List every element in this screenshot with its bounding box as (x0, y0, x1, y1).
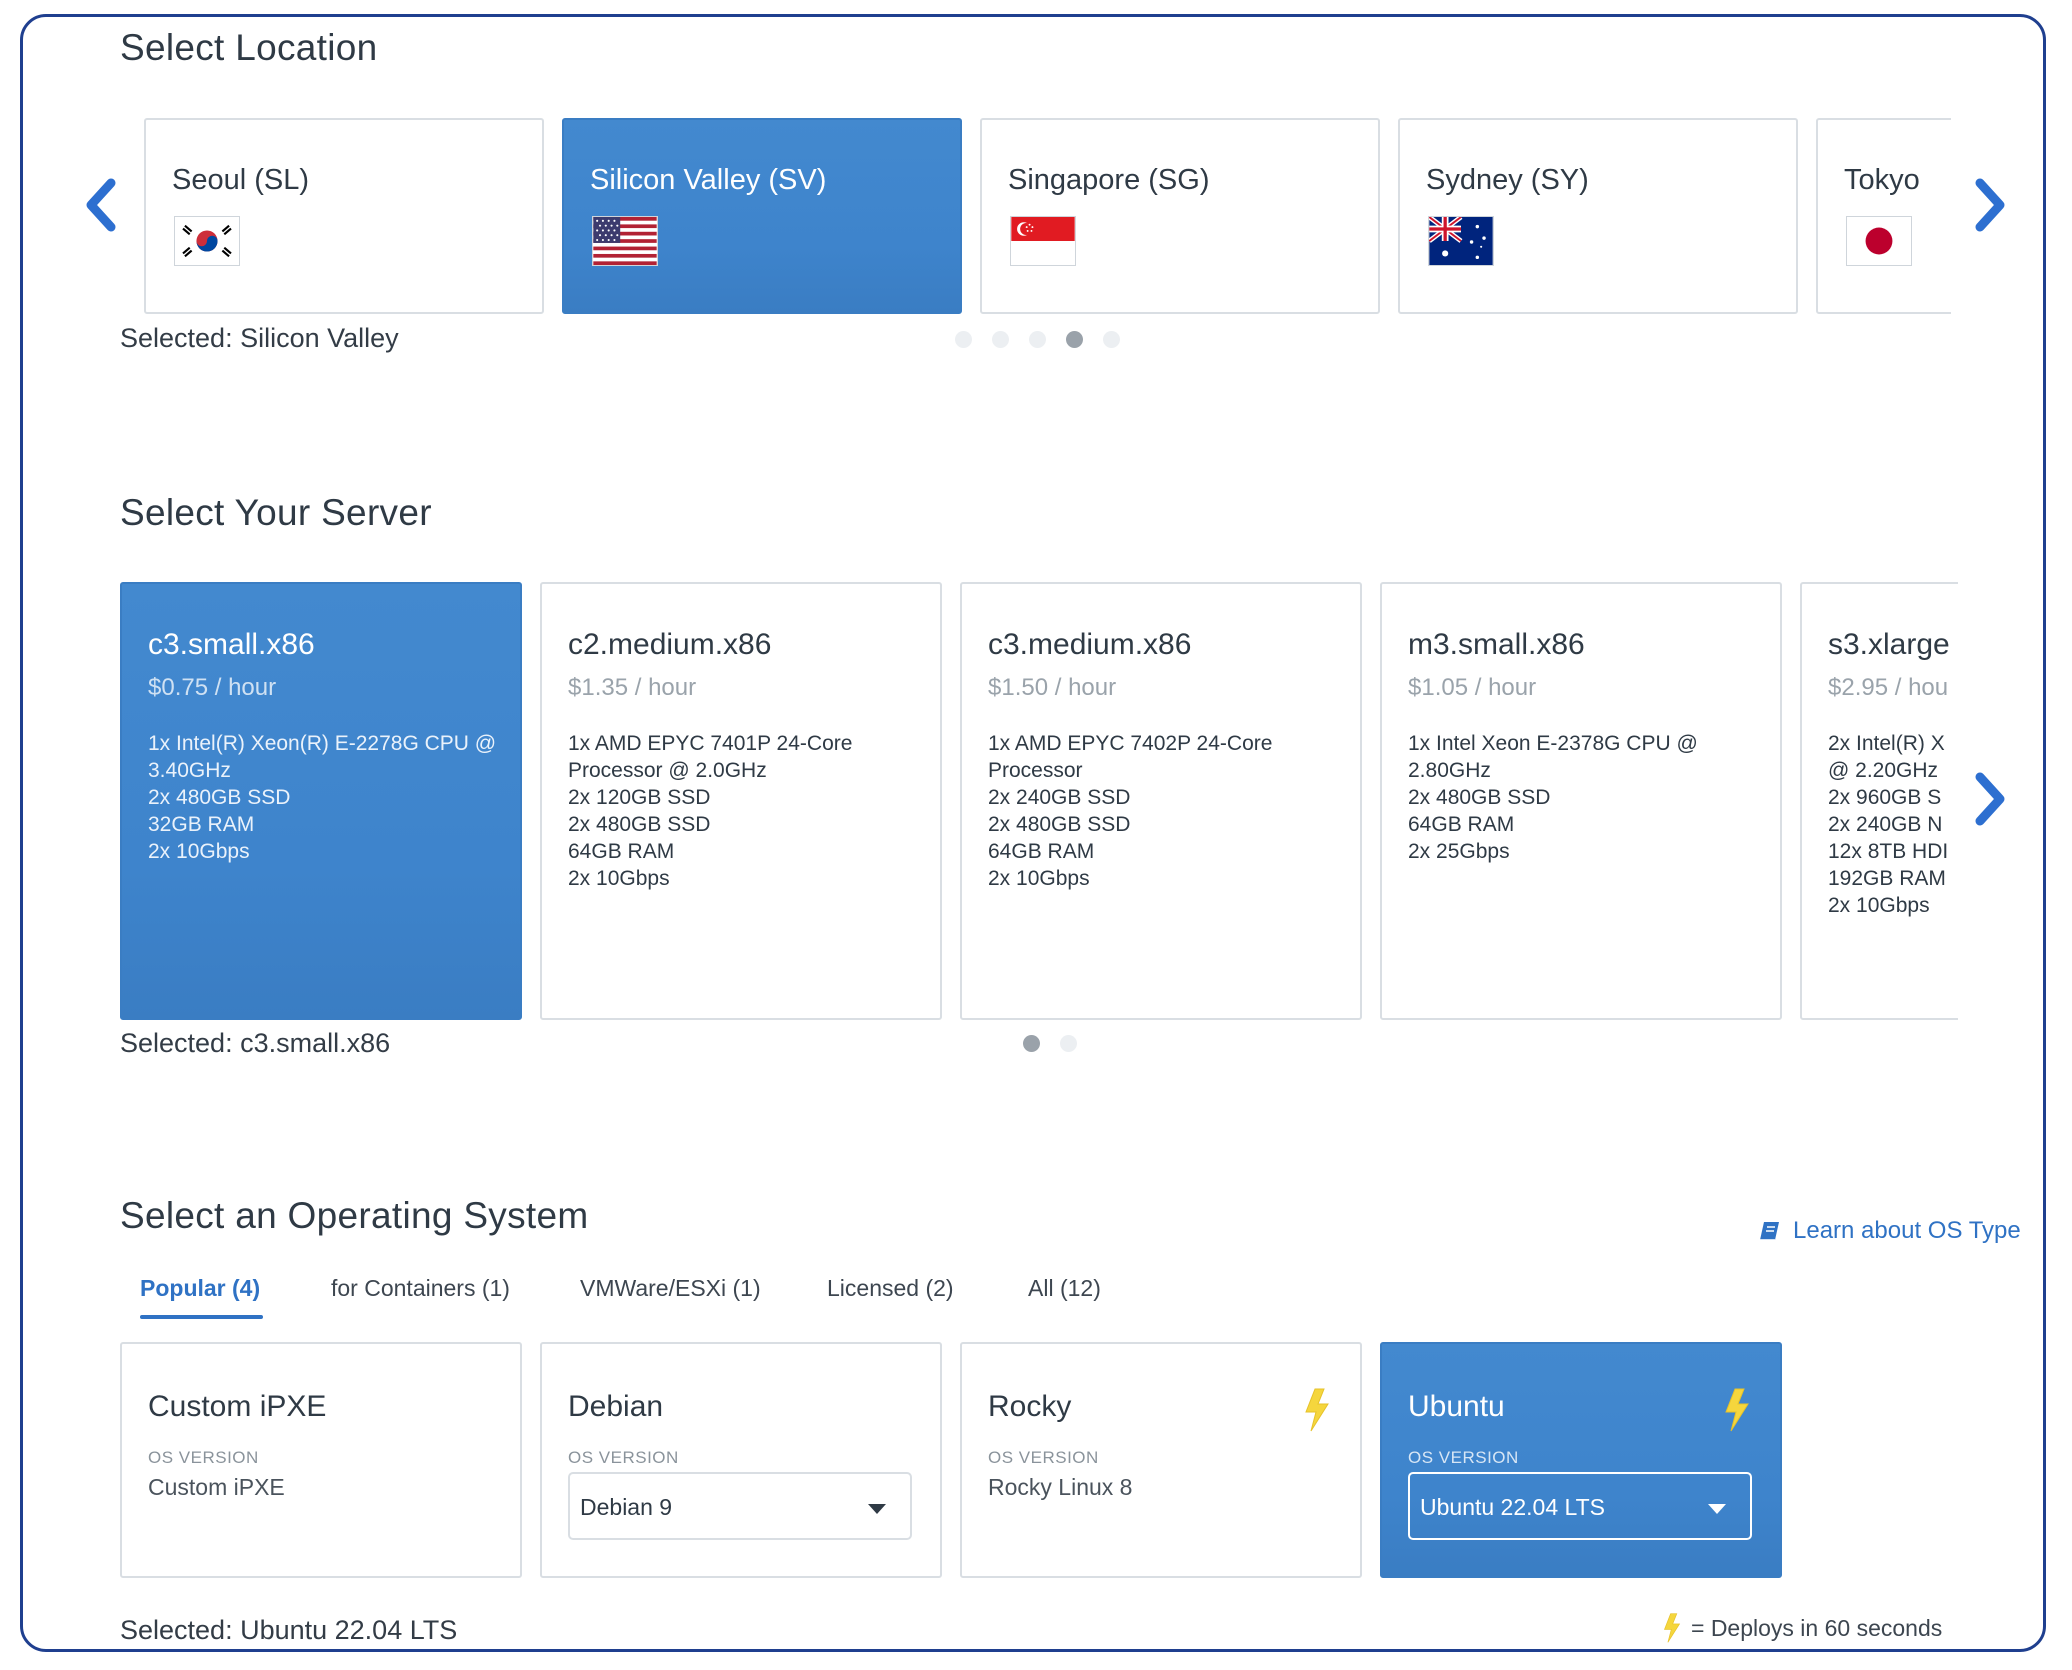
server-specs: 1x AMD EPYC 7402P 24-Core Processor 2x 24… (988, 732, 1273, 890)
location-page-dot-2[interactable] (992, 331, 1009, 348)
lightning-bolt-icon (1305, 1388, 1329, 1432)
lightning-bolt-icon (1664, 1613, 1681, 1643)
os-name: Rocky (988, 1390, 1072, 1423)
os-title: Select an Operating System (120, 1195, 589, 1236)
location-selected-text: Selected: Silicon Valley (120, 323, 399, 353)
debian-version-value: Debian 9 (580, 1494, 673, 1520)
server-price: $1.05 / hour (1408, 674, 1537, 701)
active-tab-indicator (140, 1315, 263, 1319)
server-name: m3.small.x86 (1408, 628, 1585, 661)
server-price: $0.75 / hour (148, 674, 277, 701)
server-card-s3-xlarge[interactable]: s3.xlarge $2.95 / hou 2x Intel(R) X @ 2.2… (1800, 582, 1958, 1020)
location-prev-arrow-icon[interactable] (81, 177, 121, 233)
tab-popular[interactable]: Popular (4) (140, 1275, 260, 1302)
server-card-m3-small[interactable]: m3.small.x86 $1.05 / hour 1x Intel Xeon … (1380, 582, 1782, 1020)
ubuntu-version-value: Ubuntu 22.04 LTS (1420, 1494, 1605, 1520)
server-next-arrow-icon[interactable] (1970, 771, 2010, 827)
chevron-down-icon (1708, 1504, 1726, 1514)
singapore-flag-icon (1010, 216, 1076, 266)
server-name: c3.small.x86 (148, 628, 315, 661)
server-selected-text: Selected: c3.small.x86 (120, 1028, 391, 1058)
os-name: Debian (568, 1390, 664, 1423)
tab-licensed[interactable]: Licensed (2) (827, 1275, 954, 1302)
server-title: Select Your Server (120, 492, 432, 533)
server-page-dot-2[interactable] (1060, 1035, 1077, 1052)
tab-containers[interactable]: for Containers (1) (331, 1275, 510, 1302)
os-version-label: OS VERSION (988, 1448, 1099, 1467)
server-specs: 1x Intel Xeon E-2378G CPU @2.80GHz 2x 48… (1408, 732, 1698, 863)
location-next-arrow-icon[interactable] (1970, 177, 2010, 233)
server-price: $1.50 / hour (988, 674, 1117, 701)
location-name: Silicon Valley (SV) (590, 164, 827, 196)
server-name: s3.xlarge (1828, 628, 1950, 661)
os-version-value: Rocky Linux 8 (988, 1474, 1133, 1500)
learn-os-type-link[interactable]: Learn about OS Type (1760, 1217, 2021, 1245)
server-card-c2-medium[interactable]: c2.medium.x86 $1.35 / hour 1x AMD EPYC 7… (540, 582, 942, 1020)
os-name: Custom iPXE (148, 1390, 327, 1423)
os-version-label: OS VERSION (568, 1448, 679, 1467)
location-page-dot-5[interactable] (1103, 331, 1120, 348)
location-title: Select Location (120, 27, 378, 68)
location-page-dot-4[interactable] (1066, 331, 1083, 348)
location-card-tokyo[interactable]: Tokyo (1816, 118, 1951, 314)
os-name: Ubuntu (1408, 1390, 1505, 1423)
location-card-silicon-valley[interactable]: Silicon Valley (SV) (562, 118, 962, 314)
os-card-custom-ipxe[interactable]: Custom iPXE OS VERSION Custom iPXE (120, 1342, 522, 1578)
os-version-label: OS VERSION (1408, 1448, 1519, 1467)
server-carousel: c3.small.x86 $0.75 / hour 1x Intel(R) Xe… (120, 567, 1958, 1027)
os-card-debian[interactable]: Debian OS VERSION Debian 9 (540, 1342, 942, 1578)
lightning-bolt-icon (1725, 1388, 1749, 1432)
south-korea-flag-icon (174, 216, 240, 266)
japan-flag-icon (1846, 216, 1912, 266)
location-card-singapore[interactable]: Singapore (SG) (980, 118, 1380, 314)
server-specs: 2x Intel(R) X @ 2.20GHz 2x 960GB S 2x 240G… (1828, 732, 1949, 917)
australia-flag-icon (1428, 216, 1494, 266)
tab-all[interactable]: All (12) (1028, 1275, 1101, 1302)
server-page-dot-1[interactable] (1023, 1035, 1040, 1052)
server-card-c3-medium[interactable]: c3.medium.x86 $1.50 / hour 1x AMD EPYC 7… (960, 582, 1362, 1020)
os-card-rocky[interactable]: Rocky OS VERSION Rocky Linux 8 (960, 1342, 1362, 1578)
os-version-label: OS VERSION (148, 1448, 259, 1467)
location-name: Sydney (SY) (1426, 164, 1589, 196)
os-selected-text: Selected: Ubuntu 22.04 LTS (120, 1615, 458, 1645)
usa-flag-icon (592, 216, 658, 266)
location-name: Singapore (SG) (1008, 164, 1210, 196)
server-price: $1.35 / hour (568, 674, 697, 701)
chevron-down-icon (868, 1504, 886, 1514)
location-name: Seoul (SL) (172, 164, 310, 196)
location-card-sydney[interactable]: Sydney (SY) (1398, 118, 1798, 314)
deploy-legend-text: = Deploys in 60 seconds (1691, 1615, 1943, 1641)
book-icon (1760, 1222, 1779, 1241)
server-name: c2.medium.x86 (568, 628, 772, 661)
server-price: $2.95 / hou (1828, 674, 1949, 701)
location-card-seoul[interactable]: Seoul (SL) (144, 118, 544, 314)
server-card-c3-small[interactable]: c3.small.x86 $0.75 / hour 1x Intel(R) Xe… (120, 582, 522, 1020)
server-specs: 1x AMD EPYC 7401P 24-Core Processor @ 2.0… (568, 732, 853, 890)
server-name: c3.medium.x86 (988, 628, 1192, 661)
location-page-dot-1[interactable] (955, 331, 972, 348)
server-specs: 1x Intel(R) Xeon(R) E-2278G CPU @3.40GHz… (148, 732, 497, 863)
ubuntu-version-select[interactable]: Ubuntu 22.04 LTS (1408, 1472, 1752, 1540)
location-page-dot-3[interactable] (1029, 331, 1046, 348)
os-card-ubuntu[interactable]: Ubuntu OS VERSION Ubuntu 22.04 LTS (1380, 1342, 1782, 1578)
debian-version-select[interactable]: Debian 9 (568, 1472, 912, 1540)
location-carousel: Seoul (SL) Silicon Valley (SV) Singapore… (144, 103, 1951, 325)
os-version-value: Custom iPXE (148, 1474, 285, 1500)
tab-vmware-esxi[interactable]: VMWare/ESXi (1) (580, 1275, 761, 1302)
location-name: Tokyo (1844, 164, 1920, 196)
learn-os-type-label: Learn about OS Type (1793, 1217, 2021, 1244)
setup-panel: Select Location Seoul (SL) Silicon Valle… (20, 14, 2046, 1652)
